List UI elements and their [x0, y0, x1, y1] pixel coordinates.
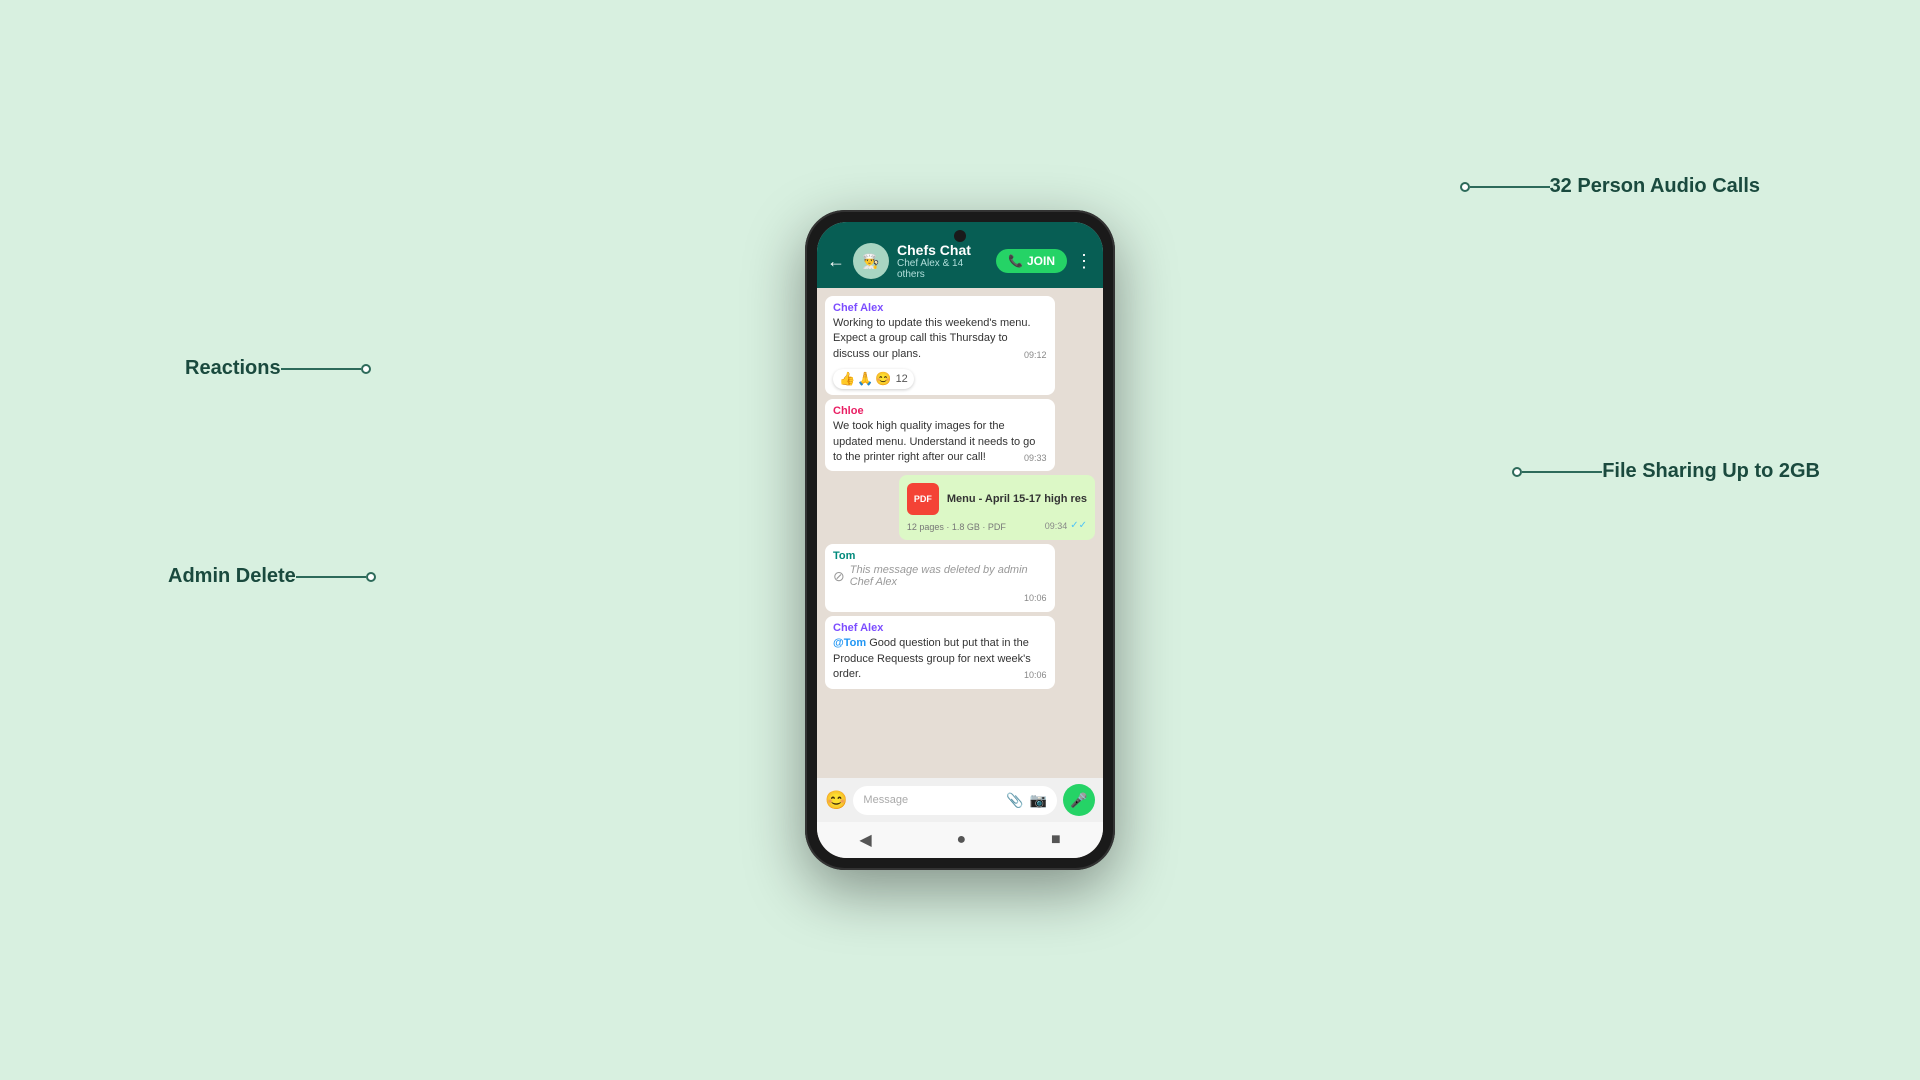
nav-home-icon[interactable]: ●: [956, 831, 966, 849]
file-meta: 12 pages · 1.8 GB · PDF: [907, 522, 1006, 532]
reaction-smile: 😊: [875, 371, 891, 387]
message-text-5: @Tom Good question but put that in the P…: [833, 636, 1047, 682]
admin-dot: [366, 572, 376, 582]
chat-input-bar: 😊 Message 📎 📷 🎤: [817, 778, 1103, 822]
header-info: Chefs Chat Chef Alex & 14 others: [897, 242, 988, 280]
group-subtitle: Chef Alex & 14 others: [897, 258, 988, 280]
reactions-line: [281, 368, 361, 370]
deleted-message: ⊘ This message was deleted by admin Chef…: [833, 564, 1047, 588]
mic-icon: 🎤: [1070, 792, 1087, 809]
message-chloe: Chloe We took high quality images for th…: [825, 399, 1055, 471]
audio-line: [1470, 186, 1550, 188]
deleted-text: This message was deleted by admin Chef A…: [850, 564, 1047, 588]
phone-notch: [954, 230, 966, 242]
join-label: JOIN: [1027, 254, 1055, 268]
emoji-button[interactable]: 😊: [825, 790, 847, 811]
chat-body: Chef Alex Working to update this weekend…: [817, 288, 1103, 778]
camera-button[interactable]: 📷: [1030, 792, 1047, 809]
message-time-1: 09:12: [1024, 349, 1047, 362]
sender-chloe: Chloe: [833, 405, 1047, 417]
audio-calls-label: 32 Person Audio Calls: [1550, 175, 1760, 198]
mention-tom: @Tom: [833, 637, 866, 649]
message-time-5: 10:06: [1024, 669, 1047, 682]
reactions-label: Reactions: [185, 357, 281, 380]
phone-container: ← 👨‍🍳 Chefs Chat Chef Alex & 14 others 📞…: [805, 210, 1115, 870]
file-sharing-label: File Sharing Up to 2GB: [1602, 460, 1820, 483]
file-name: Menu - April 15-17 high res: [947, 493, 1087, 505]
message-text-1: Working to update this weekend's menu. E…: [833, 316, 1047, 362]
nav-recents-icon[interactable]: ■: [1051, 831, 1061, 849]
file-info: Menu - April 15-17 high res: [947, 493, 1087, 505]
reaction-pray: 🙏: [857, 371, 873, 387]
audio-calls-annotation: 32 Person Audio Calls: [1460, 175, 1760, 198]
message-tom-deleted: Tom ⊘ This message was deleted by admin …: [825, 544, 1055, 612]
reactions-annotation: Reactions: [185, 357, 371, 380]
message-chef-alex-2: Chef Alex @Tom Good question but put tha…: [825, 616, 1055, 688]
more-options-button[interactable]: ⋮: [1075, 251, 1093, 272]
message-text-2: We took high quality images for the upda…: [833, 419, 1047, 465]
admin-delete-annotation: Admin Delete: [168, 565, 376, 588]
nav-bar: ◀ ● ■: [817, 822, 1103, 858]
file-time: 09:34: [1045, 521, 1068, 531]
message-chef-alex-1: Chef Alex Working to update this weekend…: [825, 296, 1055, 395]
phone-frame: ← 👨‍🍳 Chefs Chat Chef Alex & 14 others 📞…: [805, 210, 1115, 870]
file-sharing-annotation: File Sharing Up to 2GB: [1512, 460, 1820, 483]
audio-dot: [1460, 182, 1470, 192]
deleted-time: 10:06: [1024, 593, 1047, 603]
deleted-icon: ⊘: [833, 568, 845, 585]
phone-screen: ← 👨‍🍳 Chefs Chat Chef Alex & 14 others 📞…: [817, 222, 1103, 858]
group-name: Chefs Chat: [897, 242, 988, 258]
input-placeholder: Message: [863, 794, 1000, 806]
file-ticks: ✓✓: [1070, 520, 1087, 531]
admin-delete-label: Admin Delete: [168, 565, 296, 588]
reaction-thumbs: 👍: [839, 371, 855, 387]
mic-button[interactable]: 🎤: [1063, 784, 1095, 816]
reactions-dot: [361, 364, 371, 374]
file-dot: [1512, 467, 1522, 477]
reactions-bar[interactable]: 👍 🙏 😊 12: [833, 369, 914, 389]
phone-icon: 📞: [1008, 254, 1023, 268]
sender-chef-alex: Chef Alex: [833, 302, 1047, 314]
nav-back-icon[interactable]: ◀: [859, 830, 871, 850]
sender-chef-alex-2: Chef Alex: [833, 622, 1047, 634]
reaction-count: 12: [896, 373, 908, 385]
file-content: PDF Menu - April 15-17 high res: [907, 483, 1087, 515]
file-message: PDF Menu - April 15-17 high res 12 pages…: [899, 475, 1095, 540]
file-line: [1522, 471, 1602, 473]
message-input-field[interactable]: Message 📎 📷: [853, 786, 1057, 815]
message-time-2: 09:33: [1024, 452, 1047, 465]
join-button[interactable]: 📞 JOIN: [996, 249, 1067, 273]
back-button[interactable]: ←: [827, 251, 845, 272]
group-avatar: 👨‍🍳: [853, 243, 889, 279]
pdf-icon: PDF: [907, 483, 939, 515]
attach-button[interactable]: 📎: [1006, 792, 1023, 809]
sender-tom: Tom: [833, 550, 1047, 562]
admin-line: [296, 576, 366, 578]
